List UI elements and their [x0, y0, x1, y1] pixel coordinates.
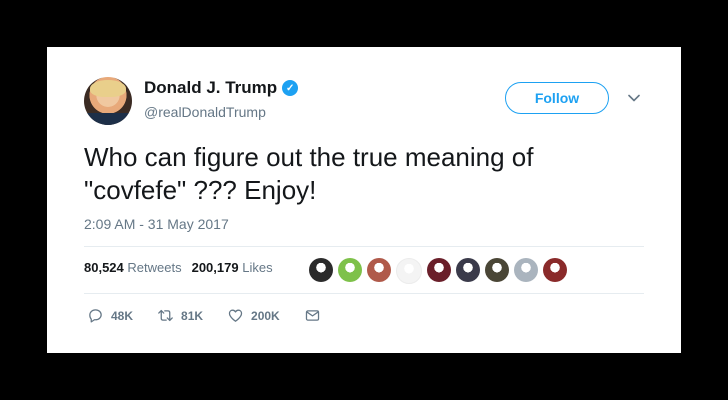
- liker-avatar[interactable]: [396, 258, 422, 284]
- liker-avatar[interactable]: [367, 258, 391, 282]
- liker-avatars: [309, 258, 567, 284]
- retweets-count: 80,524: [84, 260, 124, 275]
- liker-avatar[interactable]: [309, 258, 333, 282]
- likes-count: 200,179: [191, 260, 239, 275]
- divider-bottom: [84, 293, 644, 294]
- retweets-stat[interactable]: 80,524 Retweets: [84, 260, 182, 275]
- user-display-name[interactable]: Donald J. Trump ✓: [144, 78, 299, 98]
- retweet-count: 81K: [181, 308, 204, 323]
- tweet-card: Donald J. Trump ✓ @realDonaldTrump Follo…: [47, 47, 681, 353]
- chevron-down-icon[interactable]: [627, 91, 641, 105]
- likes-label: Likes: [242, 260, 273, 275]
- retweet-icon: [158, 309, 173, 322]
- follow-button[interactable]: Follow: [505, 82, 609, 114]
- liker-avatar[interactable]: [456, 258, 480, 282]
- liker-avatar[interactable]: [514, 258, 538, 282]
- avatar[interactable]: [84, 77, 132, 125]
- like-button[interactable]: 200K: [227, 307, 280, 324]
- reply-icon: [89, 309, 102, 323]
- display-name-text: Donald J. Trump: [144, 78, 278, 97]
- engagement-stats: 80,524 Retweets 200,179 Likes: [84, 260, 273, 275]
- liker-avatar[interactable]: [427, 258, 451, 282]
- heart-icon: [228, 309, 243, 322]
- verified-badge-icon: ✓: [282, 80, 299, 96]
- divider-top: [84, 246, 644, 247]
- avatar-hair: [90, 80, 126, 97]
- likes-stat[interactable]: 200,179 Likes: [192, 260, 273, 275]
- reply-button[interactable]: 48K: [87, 307, 133, 324]
- liker-avatar[interactable]: [338, 258, 362, 282]
- tweet-text: Who can figure out the true meaning of "…: [84, 142, 534, 205]
- like-count: 200K: [251, 308, 280, 323]
- retweets-label: Retweets: [127, 260, 182, 275]
- retweet-button[interactable]: 81K: [157, 307, 203, 324]
- avatar-suit: [84, 113, 132, 125]
- tweet-timestamp[interactable]: 2:09 AM - 31 May 2017: [84, 216, 229, 232]
- liker-avatar[interactable]: [543, 258, 567, 282]
- user-handle[interactable]: @realDonaldTrump: [144, 104, 266, 120]
- direct-message-button[interactable]: [304, 307, 321, 324]
- liker-avatar[interactable]: [485, 258, 509, 282]
- tweet-actions: 48K 81K 200K: [87, 307, 345, 324]
- reply-count: 48K: [111, 308, 134, 323]
- envelope-icon: [305, 310, 319, 321]
